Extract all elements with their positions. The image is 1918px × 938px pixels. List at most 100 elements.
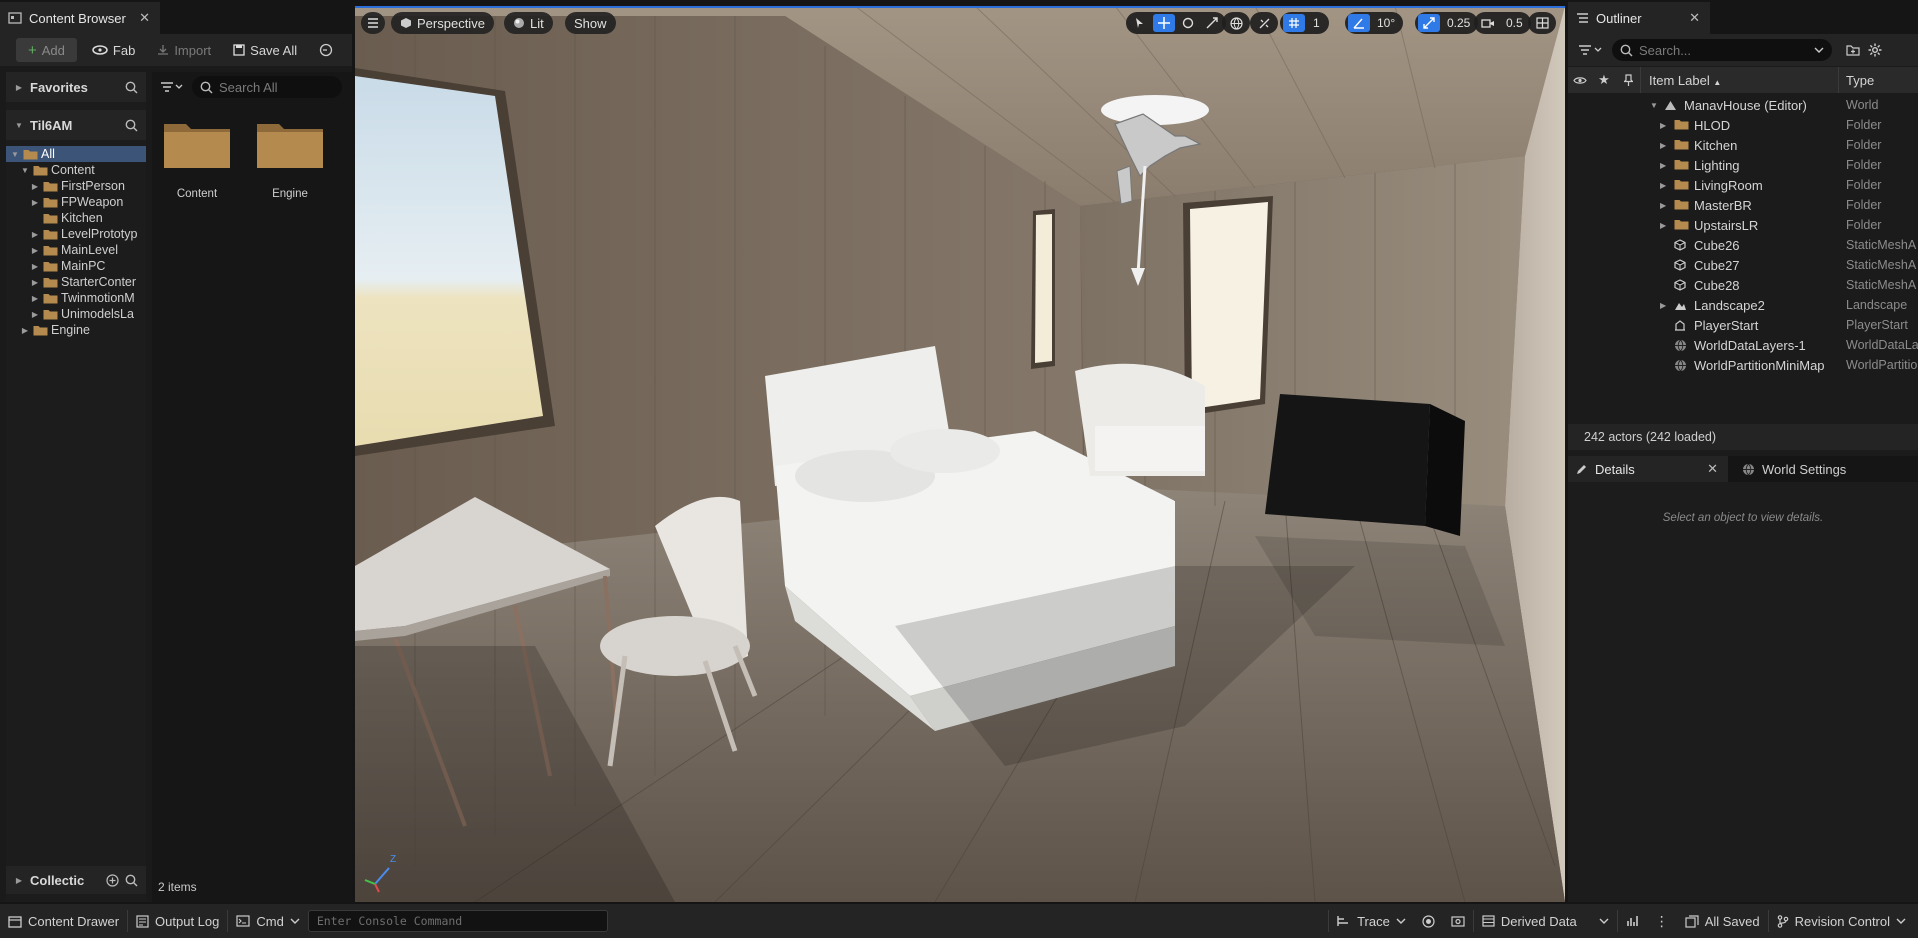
outliner-row[interactable]: Cube26 StaticMeshA — [1568, 235, 1918, 255]
camera-speed-group[interactable]: 0.5 — [1474, 12, 1531, 34]
chevron-right-icon[interactable]: ▶ — [1660, 141, 1666, 150]
outliner-row[interactable]: PlayerStart PlayerStart — [1568, 315, 1918, 335]
tree-item[interactable]: ▼ Content — [6, 162, 146, 178]
tree-item[interactable]: ▼ All — [6, 146, 146, 162]
outliner-row[interactable]: Cube27 StaticMeshA — [1568, 255, 1918, 275]
chevron-right-icon[interactable]: ▶ — [1660, 181, 1666, 190]
chevron-right-icon[interactable]: ▶ — [1660, 201, 1666, 210]
trace-dropdown[interactable]: Trace — [1329, 904, 1414, 938]
favorites-header[interactable]: ▶ Favorites — [6, 72, 146, 102]
chevron-right-icon[interactable]: ▶ — [20, 326, 30, 335]
visibility-eye-icon[interactable] — [1568, 76, 1592, 85]
outliner-row[interactable]: ▶ UpstairsLR Folder — [1568, 215, 1918, 235]
grid-snap-group[interactable]: 1 — [1280, 12, 1329, 34]
close-icon[interactable]: ✕ — [139, 10, 150, 26]
asset-folder-content[interactable]: Content — [162, 116, 232, 200]
outliner-row[interactable]: ▶ LivingRoom Folder — [1568, 175, 1918, 195]
viewport-layout-button[interactable] — [1528, 12, 1556, 34]
search-input[interactable]: Search All — [192, 76, 342, 98]
record-button[interactable] — [1414, 904, 1443, 938]
chevron-right-icon[interactable]: ▶ — [30, 182, 40, 191]
outliner-row[interactable]: ▶ MasterBR Folder — [1568, 195, 1918, 215]
revision-control-dropdown[interactable]: Revision Control — [1769, 904, 1918, 938]
tree-item[interactable]: ▶ FirstPerson — [6, 178, 146, 194]
chevron-right-icon[interactable]: ▶ — [1660, 221, 1666, 230]
outliner-search-input[interactable]: Search... — [1612, 39, 1832, 61]
outliner-row[interactable]: ▶ Landscape2 Landscape — [1568, 295, 1918, 315]
history-button[interactable] — [312, 38, 340, 62]
chevron-down-icon[interactable]: ▼ — [10, 150, 20, 159]
item-label-column[interactable]: Item Label ▲ — [1649, 73, 1721, 88]
rotate-icon[interactable] — [1177, 14, 1199, 32]
surface-snap-button[interactable] — [1250, 12, 1278, 34]
filter-icon[interactable] — [1578, 43, 1604, 57]
chevron-right-icon[interactable]: ▶ — [30, 246, 40, 255]
chevron-right-icon[interactable]: ▶ — [1660, 161, 1666, 170]
chevron-right-icon[interactable]: ▶ — [30, 310, 40, 319]
close-icon[interactable]: ✕ — [1707, 461, 1718, 477]
import-button[interactable]: Import — [150, 38, 218, 62]
lit-button[interactable]: Lit — [504, 12, 553, 34]
fab-button[interactable]: Fab — [85, 38, 142, 62]
chevron-right-icon[interactable]: ▶ — [30, 262, 40, 271]
outliner-row[interactable]: Cube28 StaticMeshA — [1568, 275, 1918, 295]
tree-item[interactable]: ▶ MainLevel — [6, 242, 146, 258]
tree-item[interactable]: ▶ FPWeapon — [6, 194, 146, 210]
add-button[interactable]: + Add — [16, 38, 77, 62]
tree-item[interactable]: Kitchen — [6, 210, 146, 226]
project-header[interactable]: ▼ Til6AM — [6, 110, 146, 140]
scale-icon[interactable] — [1201, 14, 1223, 32]
chevron-down-icon[interactable]: ▼ — [1650, 101, 1658, 110]
type-column[interactable]: Type — [1846, 73, 1874, 88]
tree-item[interactable]: ▶ LevelPrototyp — [6, 226, 146, 242]
tab-world-settings[interactable]: World Settings — [1734, 456, 1846, 482]
asset-folder-engine[interactable]: Engine — [255, 116, 325, 200]
level-viewport[interactable]: Z Perspective Lit Show 1 10° 0.25 0.5 — [355, 6, 1565, 902]
pin-icon[interactable] — [1616, 74, 1640, 86]
translate-icon[interactable] — [1153, 14, 1175, 32]
star-icon[interactable]: ★ — [1592, 72, 1616, 88]
tab-details[interactable]: Details ✕ — [1568, 456, 1728, 482]
select-icon[interactable] — [1129, 14, 1151, 32]
cmd-dropdown[interactable]: Cmd — [228, 904, 307, 938]
save-all-button[interactable]: Save All — [226, 38, 304, 62]
chevron-right-icon[interactable]: ▶ — [30, 198, 40, 207]
tree-item[interactable]: ▶ Engine — [6, 322, 146, 338]
rotation-snap-group[interactable]: 10° — [1345, 12, 1404, 34]
chevron-right-icon[interactable]: ▶ — [30, 278, 40, 287]
outliner-row[interactable]: ▼ ManavHouse (Editor) World — [1568, 95, 1918, 115]
tree-item[interactable]: ▶ StarterConter — [6, 274, 146, 290]
stats-button[interactable] — [1618, 904, 1647, 938]
settings-gear-icon[interactable] — [1868, 43, 1882, 57]
scale-snap-group[interactable]: 0.25 — [1415, 12, 1479, 34]
viewport-menu-button[interactable] — [361, 12, 385, 34]
chevron-right-icon[interactable]: ▶ — [1660, 121, 1666, 130]
tab-content-browser[interactable]: Content Browser ✕ — [0, 2, 160, 34]
outliner-row[interactable]: WorldPartitionMiniMap WorldPartitio — [1568, 355, 1918, 375]
chevron-down-icon[interactable]: ▼ — [20, 166, 30, 175]
derived-data-dropdown[interactable]: Derived Data — [1474, 904, 1617, 938]
screenshot-button[interactable] — [1443, 904, 1473, 938]
show-button[interactable]: Show — [565, 12, 616, 34]
outliner-row[interactable]: ▶ Lighting Folder — [1568, 155, 1918, 175]
tree-item[interactable]: ▶ UnimodelsLa — [6, 306, 146, 322]
content-drawer-button[interactable]: Content Drawer — [0, 904, 127, 938]
close-icon[interactable]: ✕ — [1689, 10, 1700, 26]
perspective-button[interactable]: Perspective — [391, 12, 494, 34]
tab-outliner[interactable]: Outliner ✕ — [1568, 2, 1710, 34]
tree-item[interactable]: ▶ TwinmotionM — [6, 290, 146, 306]
add-folder-icon[interactable] — [1846, 44, 1860, 56]
add-collection-icon[interactable] — [106, 873, 119, 887]
filter-icon[interactable] — [160, 80, 184, 94]
console-command-input[interactable]: Enter Console Command — [307, 910, 608, 932]
search-icon[interactable] — [125, 81, 138, 94]
outliner-row[interactable]: WorldDataLayers-1 WorldDataLa — [1568, 335, 1918, 355]
chevron-right-icon[interactable]: ▶ — [1660, 301, 1666, 310]
collections-header[interactable]: ▶ Collectic — [6, 866, 146, 894]
output-log-button[interactable]: Output Log — [128, 904, 227, 938]
tree-item[interactable]: ▶ MainPC — [6, 258, 146, 274]
chevron-right-icon[interactable]: ▶ — [30, 294, 40, 303]
outliner-row[interactable]: ▶ HLOD Folder — [1568, 115, 1918, 135]
search-icon[interactable] — [125, 874, 138, 887]
outliner-row[interactable]: ▶ Kitchen Folder — [1568, 135, 1918, 155]
